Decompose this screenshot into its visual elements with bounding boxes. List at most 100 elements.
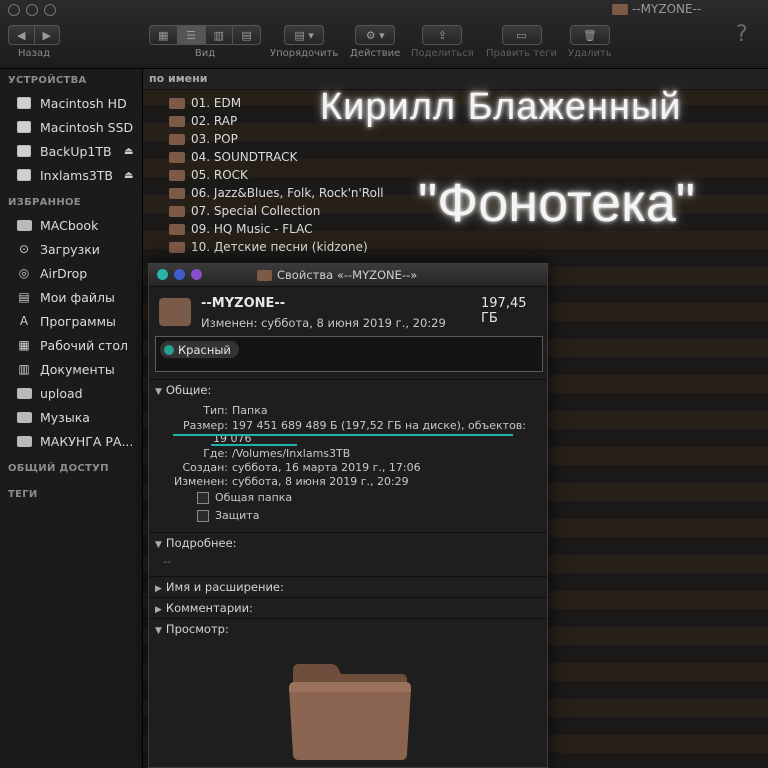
help-button[interactable]: ? <box>736 22 748 47</box>
folder-icon <box>16 386 32 400</box>
highlight-underline <box>173 434 513 436</box>
disk-icon <box>16 120 32 134</box>
window-controls <box>8 4 56 16</box>
zoom-info-button[interactable] <box>191 269 202 280</box>
list-item[interactable]: 06. Jazz&Blues, Folk, Rock'n'Roll <box>143 184 384 202</box>
sidebar-item-applications[interactable]: A Программы <box>0 309 142 333</box>
arrange-label: Упорядочить <box>270 48 339 59</box>
info-folder-size: 197,45 ГБ <box>481 296 527 326</box>
download-icon: ⊙ <box>18 242 30 256</box>
sidebar-item-macbook[interactable]: MACbook <box>0 213 142 237</box>
more-info-value: -- <box>163 555 171 568</box>
list-view-button[interactable]: ☰ <box>176 26 205 44</box>
music-icon <box>16 410 32 424</box>
chevron-right-icon: ▶ <box>42 28 51 42</box>
gear-icon: ⚙ ▾ <box>365 28 385 42</box>
sidebar-item-airdrop[interactable]: ◎ AirDrop <box>0 261 142 285</box>
delete-button[interactable]: 🗑 <box>569 25 610 45</box>
more-info-section: ▼ Подробнее: -- <box>149 532 547 577</box>
window-toolbar: --MYZONE-- ◀ ▶ Назад ▦ ☰ ▥ ▤ Вид ▤ ▾ Упо… <box>0 0 768 69</box>
overlay-subline: "Фонотека" <box>418 173 696 233</box>
kv-size: Размер: 197 451 689 489 Б (197,52 ГБ на д… <box>183 419 526 432</box>
folder-icon <box>169 133 185 145</box>
shared-folder-checkbox[interactable]: Общая папка <box>197 491 292 504</box>
disclosure-closed-icon: ▶ <box>155 584 162 594</box>
sidebar-item-backup1tb[interactable]: BackUp1TB ⏏ <box>0 139 142 163</box>
share-group: ⇪ Поделиться <box>411 25 474 59</box>
sidebar-item-downloads[interactable]: ⊙ Загрузки <box>0 237 142 261</box>
folder-icon <box>169 151 185 163</box>
folder-icon <box>16 218 32 232</box>
zoom-window-button[interactable] <box>44 4 56 16</box>
column-view-button[interactable]: ▥ <box>204 26 233 44</box>
list-item[interactable]: 04. SOUNDTRACK <box>143 148 297 166</box>
arrange-group: ▤ ▾ Упорядочить <box>270 25 338 59</box>
folder-icon <box>169 241 185 253</box>
window-title: --MYZONE-- <box>612 2 701 16</box>
minimize-info-button[interactable] <box>174 269 185 280</box>
list-item[interactable]: 02. RAP <box>143 112 237 130</box>
files-icon: ▤ <box>18 290 30 304</box>
minimize-window-button[interactable] <box>26 4 38 16</box>
sidebar-item-makunga[interactable]: МАКУНГА РА... <box>0 429 142 453</box>
folder-icon <box>169 169 185 181</box>
list-item[interactable]: 01. EDM <box>143 94 241 112</box>
edit-tags-label: Править теги <box>486 48 558 59</box>
kv-type: Тип: Папка <box>203 404 268 417</box>
sidebar-item-music[interactable]: Музыка <box>0 405 142 429</box>
list-item[interactable]: 10. Детские песни (kidzone) <box>143 238 368 256</box>
highlight-underline <box>211 444 297 446</box>
info-panel: Свойства «--MYZONE--» --MYZONE-- 197,45 … <box>148 263 548 768</box>
sidebar-item-my-files[interactable]: ▤ Мои файлы <box>0 285 142 309</box>
kv-where: Где:/Volumes/Inxlams3TB <box>203 447 351 460</box>
arrange-button[interactable]: ▤ ▾ <box>284 25 325 45</box>
sidebar-item-documents[interactable]: ▥ Документы <box>0 357 142 381</box>
forward-button[interactable]: ▶ <box>33 26 60 44</box>
documents-icon: ▥ <box>18 362 30 376</box>
folder-icon <box>169 115 185 127</box>
folder-icon <box>169 97 185 109</box>
back-button[interactable]: ◀ <box>9 26 34 44</box>
share-button[interactable]: ⇪ <box>422 25 463 45</box>
sidebar-item-inxlams3tb[interactable]: Inxlams3TB ⏏ <box>0 163 142 187</box>
list-item[interactable]: 07. Special Collection <box>143 202 320 220</box>
action-group: ⚙ ▾ Действие <box>350 25 400 59</box>
back-forward-group: ◀ ▶ Назад <box>8 25 60 59</box>
folder-icon <box>612 3 628 15</box>
more-info-header[interactable]: ▼ Подробнее: <box>155 536 237 550</box>
locked-checkbox[interactable]: Защита <box>197 509 259 522</box>
info-folder-name: --MYZONE-- <box>201 296 286 311</box>
list-item[interactable]: 05. ROCK <box>143 166 248 184</box>
folder-icon <box>169 223 185 235</box>
list-icon: ☰ <box>186 28 197 42</box>
coverflow-view-button[interactable]: ▤ <box>232 26 260 44</box>
sidebar-item-macintosh-ssd[interactable]: Macintosh SSD <box>0 115 142 139</box>
list-item[interactable]: 03. POP <box>143 130 238 148</box>
tag-icon: ▭ <box>516 28 527 42</box>
sidebar-item-desktop[interactable]: ▦ Рабочий стол <box>0 333 142 357</box>
checkbox-box <box>197 491 209 504</box>
icon-view-button[interactable]: ▦ <box>150 26 177 44</box>
comments-header[interactable]: ▶ Комментарии: <box>155 601 253 615</box>
eject-icon[interactable]: ⏏ <box>124 146 133 157</box>
tag-color-dot <box>164 344 174 355</box>
kv-modified: Изменен: суббота, 8 июня 2019 г., 20:29 <box>173 475 409 488</box>
general-section-header[interactable]: ▼ Общие: <box>155 383 211 397</box>
name-extension-header[interactable]: ▶ Имя и расширение: <box>155 580 284 594</box>
list-item[interactable]: 09. HQ Music - FLAC <box>143 220 313 238</box>
action-button[interactable]: ⚙ ▾ <box>355 25 396 45</box>
preview-header[interactable]: ▼ Просмотр: <box>155 622 229 636</box>
disk-icon <box>16 144 32 158</box>
sidebar-section-devices: УСТРОЙСТВА <box>8 75 87 86</box>
tags-field[interactable]: Красный <box>155 336 543 372</box>
delete-label: Удалить <box>568 48 612 59</box>
close-info-button[interactable] <box>157 269 168 280</box>
folder-icon <box>16 434 32 448</box>
sidebar-item-upload[interactable]: upload <box>0 381 142 405</box>
edit-tags-button[interactable]: ▭ <box>501 25 542 45</box>
columns-icon: ▥ <box>213 28 225 42</box>
close-window-button[interactable] <box>8 4 20 16</box>
eject-icon[interactable]: ⏏ <box>124 170 133 181</box>
tag-chip[interactable]: Красный <box>160 341 239 358</box>
sidebar-item-macintosh-hd[interactable]: Macintosh HD <box>0 91 142 115</box>
